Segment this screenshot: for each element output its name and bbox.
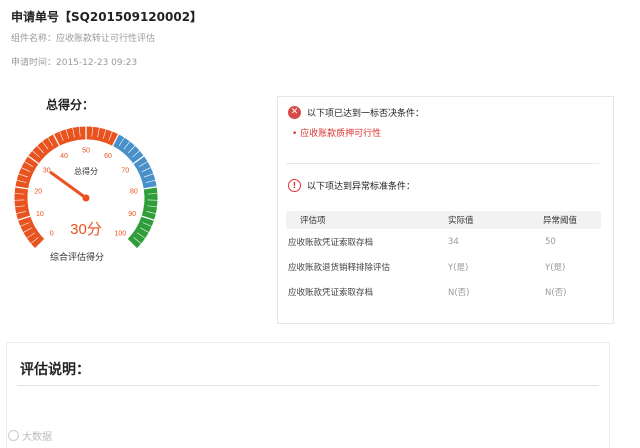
explanation-card: 评估说明： — [6, 342, 610, 448]
gauge-value: 30分 — [70, 221, 102, 238]
veto-header: ✕ 以下项已达到一标否决条件： — [288, 106, 424, 119]
result-panel: ✕ 以下项已达到一标否决条件： • 应收账款质押可行性 ! 以下项达到异常标准条… — [277, 96, 614, 324]
row-item: 应收账款凭证索取存档 — [288, 237, 374, 248]
row-threshold: 50 — [545, 236, 556, 247]
gauge-tick-label: 60 — [104, 153, 112, 160]
watermark-text: 大数据 — [22, 432, 52, 443]
component-name: 组件名称：应收账款转让可行性评估 — [11, 34, 156, 44]
request-time: 申请时间：2015-12-23 09:23 — [11, 58, 138, 68]
row-item: 应收账款退货销释排除评估 — [288, 262, 391, 273]
gauge-tick-label: 100 — [114, 230, 126, 237]
section-divider — [286, 163, 599, 164]
gauge-tick-label: 70 — [121, 167, 129, 174]
col-threshold: 异常阈值 — [531, 211, 601, 229]
row-threshold: Y(是) — [545, 262, 566, 273]
table-row: 应收账款凭证索取存档 34 50 — [286, 229, 601, 254]
gauge-tick-label: 40 — [60, 153, 68, 160]
watermark: 大数据 — [8, 428, 52, 443]
veto-heading: 以下项已达到一标否决条件： — [307, 109, 425, 119]
row-threshold: N(否) — [545, 287, 567, 298]
error-icon: ✕ — [288, 106, 301, 119]
explanation-title: 评估说明： — [20, 362, 90, 378]
gauge-tick-label: 90 — [128, 211, 136, 218]
request-title: 申请单号【SQ201509120002】 — [11, 10, 203, 24]
gauge-hub — [82, 194, 90, 202]
total-score-label: 总得分： — [46, 98, 95, 112]
gauge-needle — [49, 171, 88, 200]
veto-item: • 应收账款质押可行性 — [292, 129, 382, 139]
abnormal-heading: 以下项达到异常标准条件： — [307, 182, 416, 192]
row-item: 应收账款凭证索取存档 — [288, 287, 374, 298]
gauge-tick-label: 80 — [130, 188, 138, 195]
row-actual: 34 — [448, 236, 459, 247]
table-row: 应收账款凭证索取存档 N(否) N(否) — [286, 279, 601, 304]
abnormal-table: 评估项 实际值 异常阈值 应收账款凭证索取存档 34 50 应收账款退货销释排除… — [286, 211, 601, 304]
gauge-band-mid — [112, 134, 157, 190]
gauge-tick-label: 30 — [43, 167, 51, 174]
gauge-title: 总得分 — [74, 166, 98, 176]
gauge-tick-label: 0 — [50, 230, 54, 237]
gauge-tick-label: 10 — [36, 211, 44, 218]
table-header-row: 评估项 实际值 异常阈值 — [286, 211, 601, 229]
explanation-divider — [17, 385, 599, 386]
watermark-logo-icon — [8, 430, 19, 441]
gauge-caption: 综合评估得分 — [50, 253, 105, 263]
row-actual: N(否) — [448, 287, 470, 298]
abnormal-header: ! 以下项达到异常标准条件： — [288, 179, 415, 192]
warning-icon: ! — [288, 179, 301, 192]
gauge-tick-label: 20 — [34, 188, 42, 195]
table-row: 应收账款退货销释排除评估 Y(是) Y(是) — [286, 254, 601, 279]
row-actual: Y(是) — [448, 262, 469, 273]
gauge-tick-label: 50 — [82, 148, 90, 155]
score-gauge: 0 10 20 30 40 50 60 70 80 90 100 总得分 30分 — [14, 126, 158, 250]
col-item: 评估项 — [286, 211, 436, 229]
col-actual: 实际值 — [436, 211, 531, 229]
